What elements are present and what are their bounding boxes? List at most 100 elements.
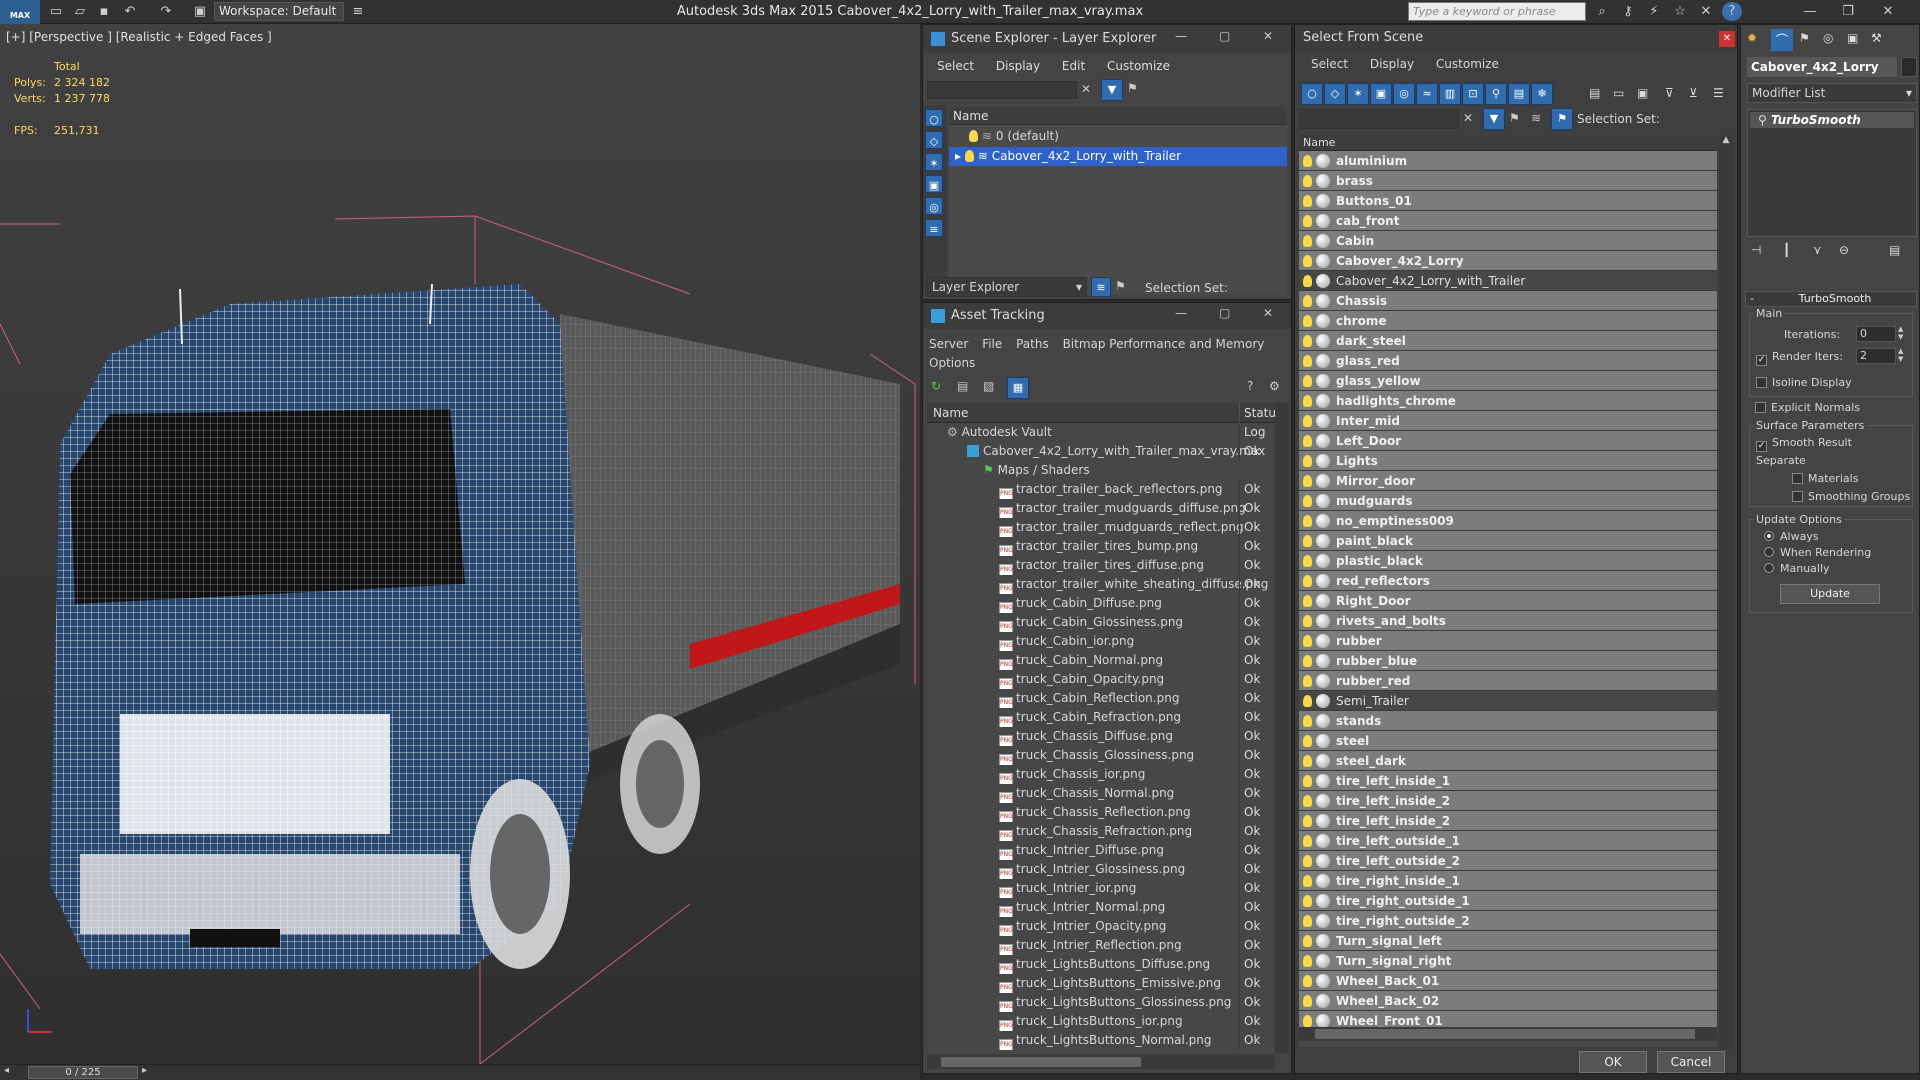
bulb-icon[interactable]: [1303, 955, 1312, 967]
bulb-icon[interactable]: [1303, 355, 1312, 367]
asset-row[interactable]: PNG tractor_trailer_back_reflectors.png Ok: [927, 480, 1275, 499]
asset-row[interactable]: PNG truck_Intrier_Glossiness.png Ok: [927, 860, 1275, 879]
object-row[interactable]: tire_right_inside_1: [1299, 871, 1717, 891]
object-list-header[interactable]: Name: [1299, 135, 1717, 151]
bulb-icon[interactable]: [1303, 295, 1312, 307]
object-list-scrollbar[interactable]: ▲: [1719, 135, 1733, 1049]
asset-row[interactable]: PNG truck_Intrier_ior.png Ok: [927, 879, 1275, 898]
radio-icon[interactable]: [1764, 563, 1774, 573]
asset-row-maps[interactable]: ⚑ Maps / Shaders: [927, 461, 1275, 480]
bulb-icon[interactable]: [1303, 455, 1312, 467]
bulb-icon[interactable]: [1303, 515, 1312, 527]
groups-filter-icon[interactable]: ▥: [1439, 83, 1461, 105]
when-rendering-radio[interactable]: When Rendering: [1764, 546, 1871, 559]
modify-tab-icon[interactable]: ⌒: [1771, 29, 1793, 51]
object-row[interactable]: dark_steel: [1299, 331, 1717, 351]
layer-explorer-dropdown[interactable]: Layer Explorer ▾: [927, 277, 1087, 297]
menu-file[interactable]: File: [982, 337, 1002, 351]
time-slider[interactable]: ◂ 0 / 225 ▸: [0, 1064, 920, 1080]
asset-row[interactable]: PNG truck_Cabin_Opacity.png Ok: [927, 670, 1275, 689]
object-row[interactable]: steel_dark: [1299, 751, 1717, 771]
always-radio[interactable]: Always: [1764, 530, 1819, 543]
object-row[interactable]: Buttons_01: [1299, 191, 1717, 211]
refresh-icon[interactable]: ↻: [931, 379, 941, 393]
layer-row-cabover[interactable]: ▸ ≋ Cabover_4x2_Lorry_with_Trailer: [949, 147, 1287, 166]
object-row[interactable]: Lights: [1299, 451, 1717, 471]
object-row[interactable]: Turn_signal_right: [1299, 951, 1717, 971]
asset-row[interactable]: PNG truck_Chassis_Reflection.png Ok: [927, 803, 1275, 822]
bulb-icon[interactable]: [1303, 735, 1312, 747]
help-icon[interactable]: ?: [1722, 2, 1742, 21]
binoculars-icon[interactable]: ⌕: [1592, 2, 1612, 21]
cancel-button[interactable]: Cancel: [1657, 1051, 1725, 1073]
bulb-icon[interactable]: [1303, 435, 1312, 447]
time-slider-thumb[interactable]: 0 / 225: [28, 1066, 138, 1079]
menu-customize[interactable]: Customize: [1107, 59, 1170, 73]
object-row[interactable]: Cabin: [1299, 231, 1717, 251]
update-button[interactable]: Update: [1780, 584, 1880, 604]
checkbox-icon[interactable]: ✓: [1756, 441, 1767, 452]
object-row[interactable]: Inter_mid: [1299, 411, 1717, 431]
object-row[interactable]: Semi_Trailer: [1299, 691, 1717, 711]
make-unique-icon[interactable]: ⋎: [1813, 243, 1822, 257]
bulb-icon[interactable]: [1303, 755, 1312, 767]
select-all-icon[interactable]: ▤: [1589, 86, 1600, 100]
minimize-window-icon[interactable]: —: [1800, 2, 1820, 21]
object-hscrollbar[interactable]: [1299, 1027, 1717, 1041]
bulb-icon[interactable]: [1303, 475, 1312, 487]
asset-row[interactable]: PNG truck_LightsButtons_Normal.png Ok: [927, 1031, 1275, 1050]
asset-row[interactable]: PNG tractor_trailer_mudguards_reflect.png…: [927, 518, 1275, 537]
ok-button[interactable]: OK: [1579, 1051, 1647, 1073]
display-shapes-icon[interactable]: ◇: [925, 131, 943, 149]
asset-row[interactable]: PNG truck_Cabin_Diffuse.png Ok: [927, 594, 1275, 613]
pin-stack-icon[interactable]: ⊣: [1751, 243, 1761, 257]
bulb-icon[interactable]: [1303, 215, 1312, 227]
object-row[interactable]: Mirror_door: [1299, 471, 1717, 491]
manually-radio[interactable]: Manually: [1764, 562, 1830, 575]
bulb-icon[interactable]: [1303, 975, 1312, 987]
scroll-up-icon[interactable]: ▲: [1719, 135, 1733, 145]
new-file-icon[interactable]: ▭: [46, 2, 66, 21]
asset-row[interactable]: PNG truck_Cabin_Normal.png Ok: [927, 651, 1275, 670]
object-row[interactable]: tire_right_outside_1: [1299, 891, 1717, 911]
asset-list-scrollbar[interactable]: [1275, 403, 1289, 1053]
radio-icon[interactable]: [1764, 531, 1774, 541]
object-row[interactable]: Chassis: [1299, 291, 1717, 311]
render-iters-checkbox[interactable]: ✓ Render Iters:: [1756, 350, 1843, 366]
select-search-input[interactable]: [1299, 109, 1459, 129]
asset-row-maxfile[interactable]: Cabover_4x2_Lorry_with_Trailer_max_vray.…: [927, 442, 1275, 461]
bulb-icon[interactable]: [1303, 335, 1312, 347]
search-input[interactable]: Type a keyword or phrase: [1408, 2, 1586, 21]
stack-item-turbosmooth[interactable]: ⚲ TurboSmooth: [1750, 112, 1914, 128]
display-tab-icon[interactable]: ▣: [1847, 31, 1858, 45]
frozen-filter-icon[interactable]: ❄: [1531, 83, 1553, 105]
object-row[interactable]: tire_left_inside_2: [1299, 791, 1717, 811]
bulb-icon[interactable]: [1303, 915, 1312, 927]
bulb-icon[interactable]: [1303, 895, 1312, 907]
containers-filter-icon[interactable]: ▤: [1508, 83, 1530, 105]
object-row[interactable]: rubber_blue: [1299, 651, 1717, 671]
lights-filter-icon[interactable]: ✶: [1347, 83, 1369, 105]
create-tab-icon[interactable]: ✸: [1747, 31, 1757, 45]
restore-window-icon[interactable]: ❐: [1838, 2, 1858, 21]
asset-row[interactable]: PNG tractor_trailer_mudguards_diffuse.png…: [927, 499, 1275, 518]
clear-search-icon[interactable]: ✕: [1463, 111, 1473, 125]
settings-icon[interactable]: ⚙: [1269, 379, 1280, 393]
bulb-icon[interactable]: [1303, 995, 1312, 1007]
bulb-icon[interactable]: [1303, 615, 1312, 627]
spacewarps-filter-icon[interactable]: ≈: [1416, 83, 1438, 105]
materials-checkbox[interactable]: Materials: [1792, 472, 1858, 485]
spinner-arrows-icon[interactable]: ▲ ▼: [1898, 325, 1903, 341]
object-row[interactable]: hadlights_chrome: [1299, 391, 1717, 411]
object-row[interactable]: aluminium: [1299, 151, 1717, 171]
workspace-dropdown[interactable]: Workspace: Default ▾: [214, 2, 344, 35]
asset-row[interactable]: PNG truck_Intrier_Reflection.png Ok: [927, 936, 1275, 955]
key-icon[interactable]: ⚷: [1618, 2, 1638, 21]
star-icon[interactable]: ☆: [1670, 2, 1690, 21]
close-icon[interactable]: ✕: [1263, 29, 1273, 43]
configure-modifier-icon[interactable]: ▤: [1889, 243, 1900, 257]
close-dialog-icon[interactable]: ✕: [1719, 31, 1735, 47]
object-row[interactable]: cab_front: [1299, 211, 1717, 231]
bulb-icon[interactable]: [1303, 315, 1312, 327]
object-row[interactable]: tire_left_inside_1: [1299, 771, 1717, 791]
